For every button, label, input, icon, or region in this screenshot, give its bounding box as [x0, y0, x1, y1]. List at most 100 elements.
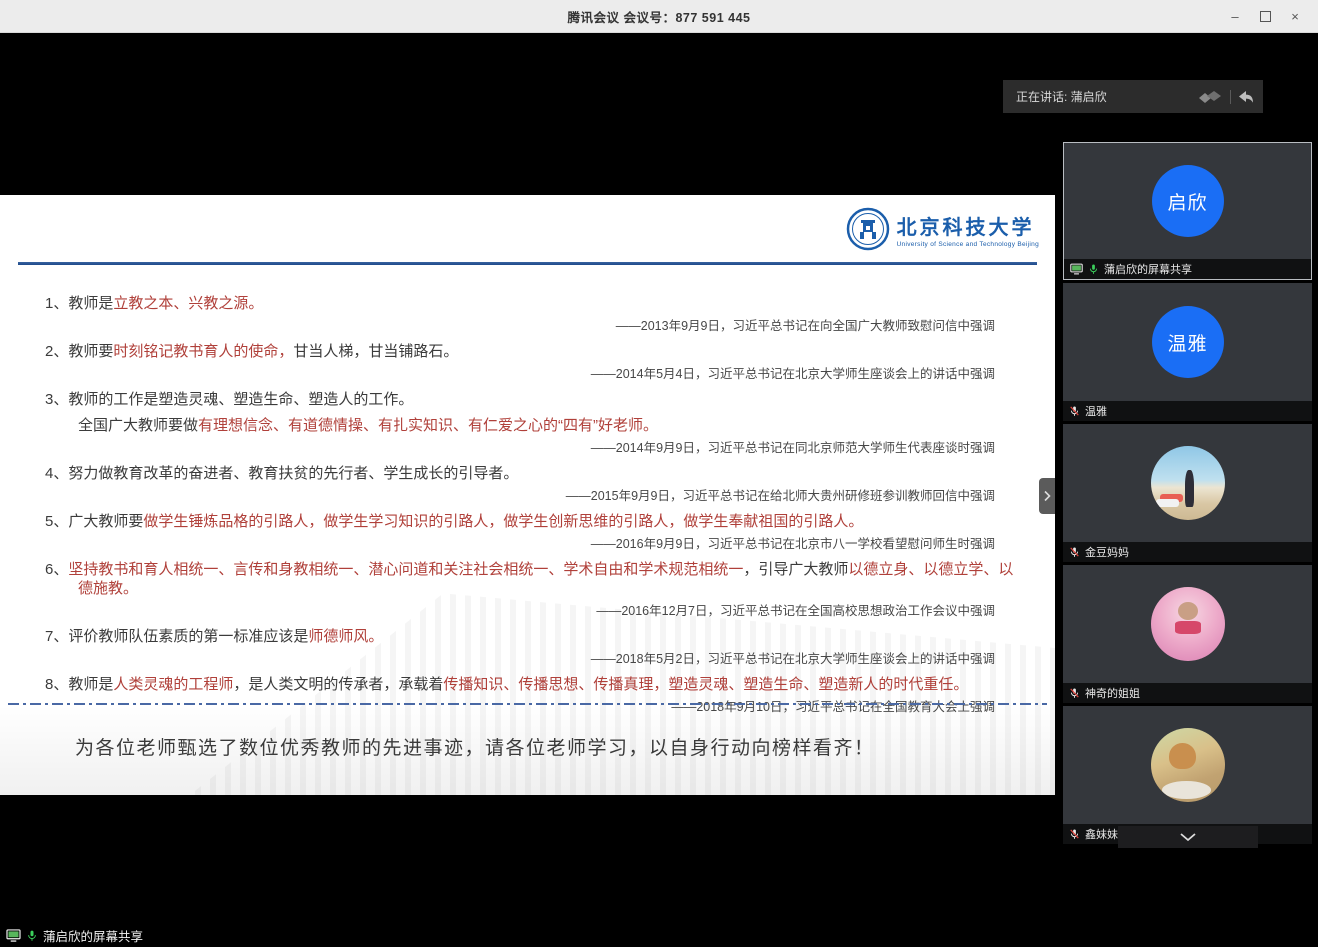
quote-attribution: ——2014年9月9日，习近平总书记在同北京师范大学师生代表座谈时强调 [0, 440, 1055, 457]
dash-dot-divider [8, 703, 1047, 705]
participant-tile[interactable]: 鑫妹妹 [1063, 706, 1312, 844]
quote-line: 2、教师要时刻铭记教书育人的使命，甘当人梯，甘当铺路石。 [0, 342, 1055, 361]
quote-text: 1、教师是 [45, 295, 113, 312]
quote-text: 2、教师要 [45, 343, 113, 360]
quote-text: 5、广大教师要 [45, 513, 143, 530]
participant-tile[interactable]: 金豆妈妈 [1063, 424, 1312, 562]
quote-attribution: ——2015年9月9日，习近平总书记在给北师大贵州研修班参训教师回信中强调 [0, 488, 1055, 505]
quote-line: 1、教师是立教之本、兴教之源。 [0, 294, 1055, 313]
quote-line: 全国广大教师要做有理想信念、有道德情操、有扎实知识、有仁爱之心的“四有”好老师。 [0, 416, 1055, 435]
quote-highlight: 做学生锤炼品格的引路人，做学生学习知识的引路人，做学生创新思维的引路人，做学生奉… [143, 513, 863, 530]
quote-text: 甘当人梯，甘当铺路石。 [293, 343, 458, 360]
quote-text: 全国广大教师要做 [78, 417, 198, 434]
slide-message: 为各位老师甄选了数位优秀教师的先进事迹，请各位老师学习，以自身行动向榜样看齐！ [75, 733, 995, 760]
participant-tile[interactable]: 温雅温雅 [1063, 283, 1312, 421]
quote-text: 7、评价教师队伍素质的第一标准应该是 [45, 628, 308, 645]
university-name-cn: 北京科技大学 [897, 211, 1039, 240]
quote-text: 4、努力做教育改革的奋进者、教育扶贫的先行者、学生成长的引导者。 [45, 465, 518, 482]
participant-name: 蒲启欣的屏幕共享 [1104, 261, 1192, 277]
quote-text: 6、 [45, 561, 68, 578]
mic-off-icon [1069, 405, 1080, 417]
sidebar-collapse-handle[interactable] [1039, 478, 1055, 514]
quote-attribution: ——2016年12月7日，习近平总书记在全国高校思想政治工作会议中强调 [0, 603, 1055, 620]
meeting-stage: 北京科技大学 University of Science and Technol… [0, 33, 1318, 947]
quote-highlight: 坚持教书和育人相统一、言传和身教相统一、潜心问道和关注社会相统一、学术自由和学术… [68, 561, 743, 578]
quote-highlight: 有理想信念、有道德情操、有扎实知识、有仁爱之心的“四有”好老师。 [198, 417, 658, 434]
avatar: 启欣 [1152, 165, 1224, 237]
quote-highlight: 人类灵魂的工程师 [113, 676, 233, 693]
participant-tiles: 启欣蒲启欣的屏幕共享温雅温雅金豆妈妈神奇的姐姐鑫妹妹 [1063, 142, 1312, 844]
shared-screen-slide: 北京科技大学 University of Science and Technol… [0, 195, 1055, 795]
university-name: 北京科技大学 University of Science and Technol… [897, 211, 1039, 248]
quote-text: 3、教师的工作是塑造灵魂、塑造生命、塑造人的工作。 [45, 391, 413, 408]
participant-label-bar: 金豆妈妈 [1063, 542, 1312, 562]
close-button[interactable]: × [1280, 0, 1310, 33]
mic-off-icon [1069, 828, 1080, 840]
quote-text: ，引导广大教师 [743, 561, 848, 578]
participant-name: 温雅 [1085, 403, 1107, 419]
participant-name: 金豆妈妈 [1085, 544, 1129, 560]
university-emblem-icon [846, 207, 890, 251]
university-name-en: University of Science and Technology Bei… [897, 241, 1039, 248]
window-title: 腾讯会议 会议号：877 591 445 [568, 7, 751, 26]
quote-attribution: ——2018年9月10日，习近平总书记在全国教育大会上强调 [0, 699, 1055, 716]
avatar-photo [1151, 728, 1225, 802]
participant-sidebar: 启欣蒲启欣的屏幕共享温雅温雅金豆妈妈神奇的姐姐鑫妹妹 [1063, 142, 1312, 847]
slide-quotes: 1、教师是立教之本、兴教之源。 ——2013年9月9日，习近平总书记在向全国广大教… [0, 287, 1055, 716]
participant-name: 鑫妹妹 [1085, 826, 1118, 842]
quote-highlight: 师德师风。 [308, 628, 383, 645]
avatar-area: 启欣 [1064, 143, 1311, 259]
quote-text: ，是人类文明的传承者，承载着 [233, 676, 443, 693]
quote-attribution: ——2014年5月4日，习近平总书记在北京大学师生座谈会上的讲话中强调 [0, 366, 1055, 383]
quote-highlight: 传播知识、传播思想、传播真理，塑造灵魂、塑造生命、塑造新人的时代重任。 [443, 676, 968, 693]
participant-tile[interactable]: 神奇的姐姐 [1063, 565, 1312, 703]
mic-on-icon [1088, 263, 1099, 275]
participant-label-bar: 温雅 [1063, 401, 1312, 421]
speaking-label: 正在讲话: 蒲启欣 [1016, 88, 1197, 105]
chevron-right-icon [1043, 490, 1051, 502]
quote-highlight: 时刻铭记教书育人的使命， [113, 343, 293, 360]
tencent-meeting-window: { "window": { "title": "腾讯会议 会议号：877 591… [0, 0, 1318, 947]
participant-label-bar: 蒲启欣的屏幕共享 [1064, 259, 1311, 279]
quote-text: 8、教师是 [45, 676, 113, 693]
avatar-photo [1151, 587, 1225, 661]
window-controls: – × [1220, 0, 1310, 33]
restore-icon [1260, 11, 1271, 22]
avatar-area: 温雅 [1063, 283, 1312, 401]
quote-line: 8、教师是人类灵魂的工程师，是人类文明的传承者，承载着传播知识、传播思想、传播真… [0, 675, 1055, 694]
speaking-banner: 正在讲话: 蒲启欣 [1003, 80, 1263, 113]
quote-attribution: ——2013年9月9日，习近平总书记在向全国广大教师致慰问信中强调 [0, 318, 1055, 335]
chevron-down-icon [1179, 832, 1197, 842]
quote-highlight: 立教之本、兴教之源。 [113, 295, 263, 312]
header-rule [18, 262, 1037, 265]
participant-list-toggle[interactable] [1118, 826, 1258, 848]
bottom-share-label: 蒲启欣的屏幕共享 [43, 926, 143, 945]
quote-line: 3、教师的工作是塑造灵魂、塑造生命、塑造人的工作。 [0, 390, 1055, 409]
participant-name: 神奇的姐姐 [1085, 685, 1140, 701]
avatar-area [1063, 565, 1312, 683]
avatar-area [1063, 424, 1312, 542]
avatar-photo [1151, 446, 1225, 520]
quote-line: 6、坚持教书和育人相统一、言传和身教相统一、潜心问道和关注社会相统一、学术自由和… [0, 560, 1055, 598]
avatar: 温雅 [1152, 306, 1224, 378]
quote-attribution: ——2016年9月9日，习近平总书记在北京市八一学校看望慰问师生时强调 [0, 536, 1055, 553]
avatar-area [1063, 706, 1312, 824]
title-bar: 腾讯会议 会议号：877 591 445 – × [0, 0, 1318, 33]
university-logo: 北京科技大学 University of Science and Technol… [846, 207, 1039, 251]
participant-label-bar: 神奇的姐姐 [1063, 683, 1312, 703]
mic-on-icon [26, 929, 38, 942]
layout-view-icon[interactable] [1197, 89, 1223, 105]
quote-line: 7、评价教师队伍素质的第一标准应该是师德师风。 [0, 627, 1055, 646]
back-arrow-icon[interactable] [1238, 90, 1254, 104]
screen-share-icon [6, 929, 21, 942]
quote-attribution: ——2018年5月2日，习近平总书记在北京大学师生座谈会上的讲话中强调 [0, 651, 1055, 668]
minimize-button[interactable]: – [1220, 0, 1250, 33]
mic-off-icon [1069, 546, 1080, 558]
restore-button[interactable] [1250, 0, 1280, 33]
banner-separator [1230, 90, 1231, 104]
quote-line: 5、广大教师要做学生锤炼品格的引路人，做学生学习知识的引路人，做学生创新思维的引… [0, 512, 1055, 531]
participant-tile[interactable]: 启欣蒲启欣的屏幕共享 [1063, 142, 1312, 280]
quote-line: 4、努力做教育改革的奋进者、教育扶贫的先行者、学生成长的引导者。 [0, 464, 1055, 483]
screen-share-icon [1070, 263, 1083, 275]
bottom-share-bar: 蒲启欣的屏幕共享 [6, 926, 143, 945]
